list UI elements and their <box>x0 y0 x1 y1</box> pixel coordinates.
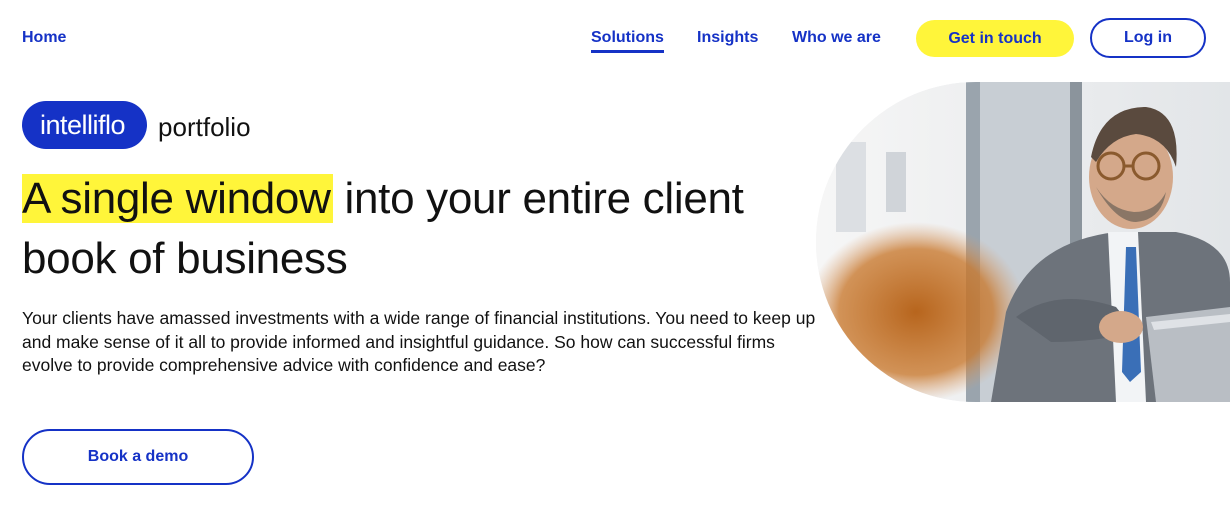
product-name: portfolio <box>158 111 251 142</box>
photo-businessman-laptop-icon <box>816 82 1230 402</box>
hero-description: Your clients have amassed investments wi… <box>22 308 816 375</box>
headline-highlight: A single window <box>22 174 333 223</box>
log-in-button[interactable]: Log in <box>1090 18 1206 58</box>
nav-who-we-are-link[interactable]: Who we are <box>792 29 881 47</box>
top-navigation: Home Solutions Insights Who we are Get i… <box>0 0 1230 76</box>
product-brand: intelliflo portfolio <box>22 101 251 149</box>
hero-headline: A single window into your entire client … <box>22 169 802 289</box>
intelliflo-logo: intelliflo <box>22 101 148 149</box>
book-demo-button[interactable]: Book a demo <box>22 429 254 485</box>
nav-home-link[interactable]: Home <box>22 29 66 47</box>
nav-insights-link[interactable]: Insights <box>697 29 758 47</box>
get-in-touch-button[interactable]: Get in touch <box>916 20 1074 57</box>
nav-solutions-link[interactable]: Solutions <box>591 29 664 53</box>
hero-image <box>816 82 1230 402</box>
